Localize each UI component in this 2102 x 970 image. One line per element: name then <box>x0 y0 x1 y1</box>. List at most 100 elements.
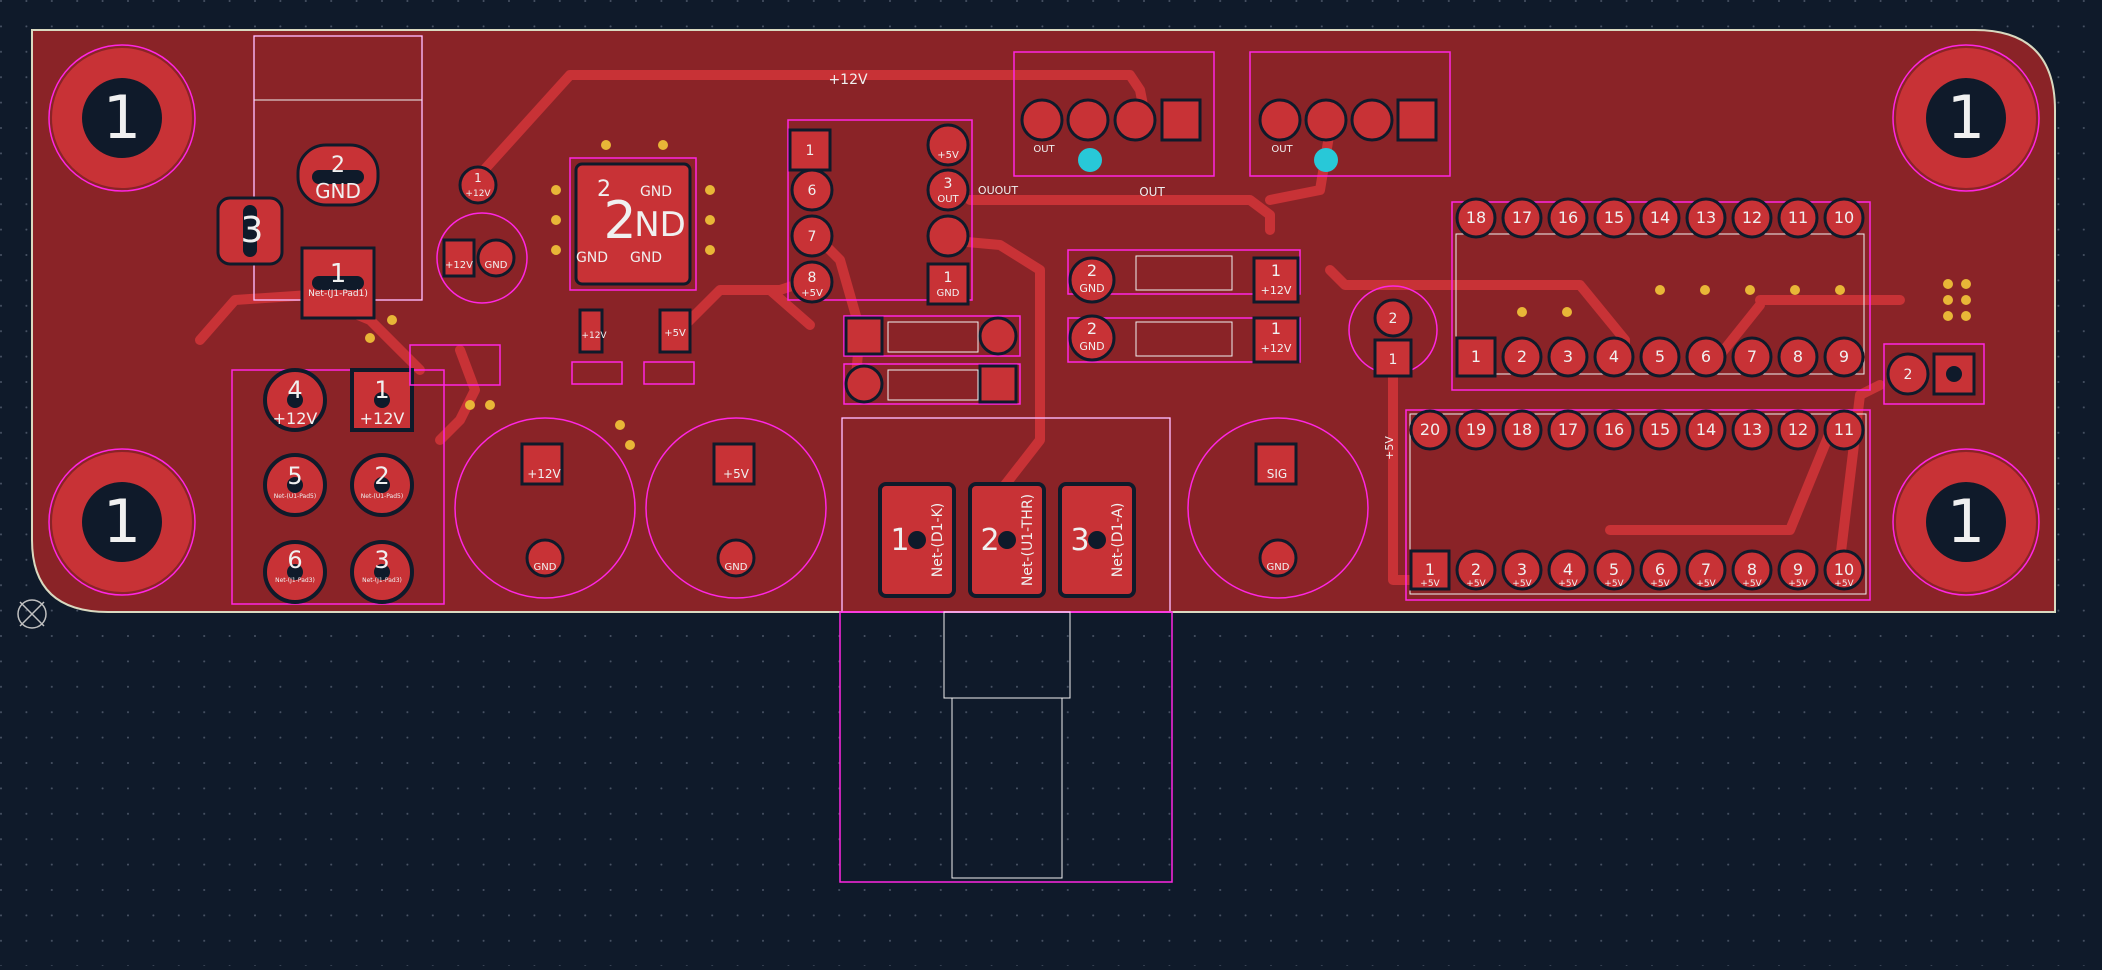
svg-text:Net-(J1-Pad3): Net-(J1-Pad3) <box>275 577 315 584</box>
ic-pin[interactable]: 18 <box>1501 409 1543 451</box>
dip-pin-1[interactable]: 1 <box>788 128 832 172</box>
header-pad-5[interactable]: 5 Net-(U1-Pad5) <box>263 453 327 517</box>
svg-text:GND: GND <box>937 288 960 299</box>
ic-pin-label: 2 <box>1517 347 1527 366</box>
svg-text:1: 1 <box>806 143 815 159</box>
svg-text:OUT: OUT <box>1033 144 1055 155</box>
ic-pin[interactable]: 7 <box>1731 336 1773 378</box>
ic-pin[interactable]: 6 <box>1685 336 1727 378</box>
ic-pin[interactable]: 5+5V <box>1593 549 1635 591</box>
ic-pin[interactable]: 1 <box>1455 336 1497 378</box>
ic-pin-label: 10 <box>1834 560 1854 579</box>
ic-pin[interactable]: 9+5V <box>1777 549 1819 591</box>
ic-pin-label: 11 <box>1788 208 1808 227</box>
dip-pin-4[interactable]: 8+5V <box>790 260 834 304</box>
svg-text:GND: GND <box>1079 282 1104 295</box>
mount-pad-label: 1 <box>1947 83 1985 153</box>
header-pad-3[interactable]: 3 Net-(J1-Pad3) <box>350 540 414 604</box>
ic-pin[interactable]: 2 <box>1501 336 1543 378</box>
svg-text:ND: ND <box>634 205 686 245</box>
header-pad-6[interactable]: 6 Net-(J1-Pad3) <box>263 540 327 604</box>
ic-pin[interactable]: 20 <box>1409 409 1451 451</box>
svg-text:+12V: +12V <box>360 409 405 428</box>
header-pad-2[interactable]: 2 Net-(U1-Pad5) <box>350 453 414 517</box>
terminal-pin-3[interactable]: 3 Net-(D1-A) <box>1058 482 1136 598</box>
ic-pin[interactable]: 12 <box>1731 197 1773 239</box>
ic-top-row[interactable]: 18 17 16 15 14 13 12 11 10 <box>1455 197 1865 239</box>
svg-text:OUT: OUT <box>1271 144 1293 155</box>
svg-text:8: 8 <box>808 270 817 286</box>
ic-pin[interactable]: 7+5V <box>1685 549 1727 591</box>
ic-pin[interactable]: 10+5V <box>1823 549 1865 591</box>
ic-pin[interactable]: 2+5V <box>1455 549 1497 591</box>
ic-pin-label: 16 <box>1604 420 1624 439</box>
ic-pin-label: 8 <box>1747 560 1757 579</box>
ic-pin[interactable]: 6+5V <box>1639 549 1681 591</box>
header-pad-4[interactable]: 4 +12V <box>263 368 327 432</box>
ic-pin[interactable]: 15 <box>1639 409 1681 451</box>
pcb-board-view[interactable]: 1 1 1 1 2 GND 3 1 Net-(J1-Pad1) 4 +12V 1… <box>0 0 2102 966</box>
ic-pin[interactable]: 4+5V <box>1547 549 1589 591</box>
ic-pin-net: +5V <box>1788 579 1808 589</box>
ic-pin-label: 16 <box>1558 208 1578 227</box>
ic-pin[interactable]: 17 <box>1547 409 1589 451</box>
ic-pin[interactable]: 5 <box>1639 336 1681 378</box>
ic-pin[interactable]: 15 <box>1593 197 1635 239</box>
mount-pad-label: 1 <box>103 83 141 153</box>
svg-text:2: 2 <box>1904 367 1913 383</box>
terminal-pin-2[interactable]: 2 Net-(U1-THR) <box>968 482 1046 598</box>
ic-pin[interactable]: 14 <box>1639 197 1681 239</box>
ic-pin[interactable]: 14 <box>1685 409 1727 451</box>
ic-pin[interactable]: 18 <box>1455 197 1497 239</box>
ic-pin[interactable]: 16 <box>1593 409 1635 451</box>
svg-text:Net-(J1-Pad3): Net-(J1-Pad3) <box>362 577 402 584</box>
ic-pin[interactable]: 11 <box>1823 409 1865 451</box>
ic-pin[interactable]: 13 <box>1731 409 1773 451</box>
ic-bot-row[interactable]: 1 2 3 4 5 6 7 8 9 <box>1455 336 1865 378</box>
ic-pin-label: 7 <box>1701 560 1711 579</box>
highlighted-via[interactable] <box>1314 148 1338 172</box>
svg-text:7: 7 <box>808 229 817 245</box>
ic-pin[interactable]: 17 <box>1501 197 1543 239</box>
ic-pin-label: 6 <box>1655 560 1665 579</box>
svg-text:6: 6 <box>808 183 817 199</box>
ic-pin[interactable]: 1+5V <box>1409 549 1451 591</box>
ic-pin[interactable]: 10 <box>1823 197 1865 239</box>
ic-pin[interactable]: 16 <box>1547 197 1589 239</box>
mounting-hole-top-right[interactable]: 1 <box>1892 44 2040 192</box>
ic-pin-label: 18 <box>1466 208 1486 227</box>
terminal-pin-1[interactable]: 1 Net-(D1-K) <box>878 482 956 598</box>
ic-pin[interactable]: 4 <box>1593 336 1635 378</box>
ic-pin-net: +5V <box>1604 579 1624 589</box>
ic-pin[interactable]: 12 <box>1777 409 1819 451</box>
dip-pin-2[interactable]: 6 <box>790 168 834 212</box>
ic-pin[interactable]: 3 <box>1547 336 1589 378</box>
ic-pin[interactable]: 8 <box>1777 336 1819 378</box>
ic-pin[interactable]: 3+5V <box>1501 549 1543 591</box>
dip-pin-5[interactable]: 1 GND <box>926 262 970 306</box>
dip-pin-3[interactable]: 7 <box>790 214 834 258</box>
svg-text:+12V: +12V <box>1261 342 1292 355</box>
ic-pin-label: 12 <box>1742 208 1762 227</box>
svg-text:6: 6 <box>287 546 302 574</box>
mounting-hole-top-left[interactable]: 1 <box>48 44 196 192</box>
highlighted-via[interactable] <box>1078 148 1102 172</box>
jack-pad-2[interactable]: 2 GND <box>296 143 380 207</box>
svg-text:Net-(U1-Pad5): Net-(U1-Pad5) <box>361 493 403 500</box>
ic-pin-label: 9 <box>1839 347 1849 366</box>
ic-pin[interactable]: 19 <box>1455 409 1497 451</box>
mounting-hole-bottom-right[interactable]: 1 <box>1892 448 2040 596</box>
header-pad-1[interactable]: 1 +12V <box>350 368 414 432</box>
ic-pin[interactable]: 13 <box>1685 197 1727 239</box>
jack-pad-3[interactable]: 3 <box>216 196 284 266</box>
dip-pin-8[interactable]: +5V <box>926 123 970 167</box>
jack-pad-1[interactable]: 1 Net-(J1-Pad1) <box>300 246 376 320</box>
ic-pin[interactable]: 8+5V <box>1731 549 1773 591</box>
ic-pin[interactable]: 11 <box>1777 197 1819 239</box>
mounting-hole-bottom-left[interactable]: 1 <box>48 448 196 596</box>
dip-pin-6[interactable] <box>926 214 970 258</box>
ic-pin[interactable]: 9 <box>1823 336 1865 378</box>
pcb-editor-canvas[interactable]: 1 1 1 1 2 GND 3 1 Net-(J1-Pad1) 4 +12V 1… <box>0 0 2102 966</box>
dip-pin-7[interactable]: 3 OUT <box>926 168 970 212</box>
svg-text:2: 2 <box>603 191 636 251</box>
